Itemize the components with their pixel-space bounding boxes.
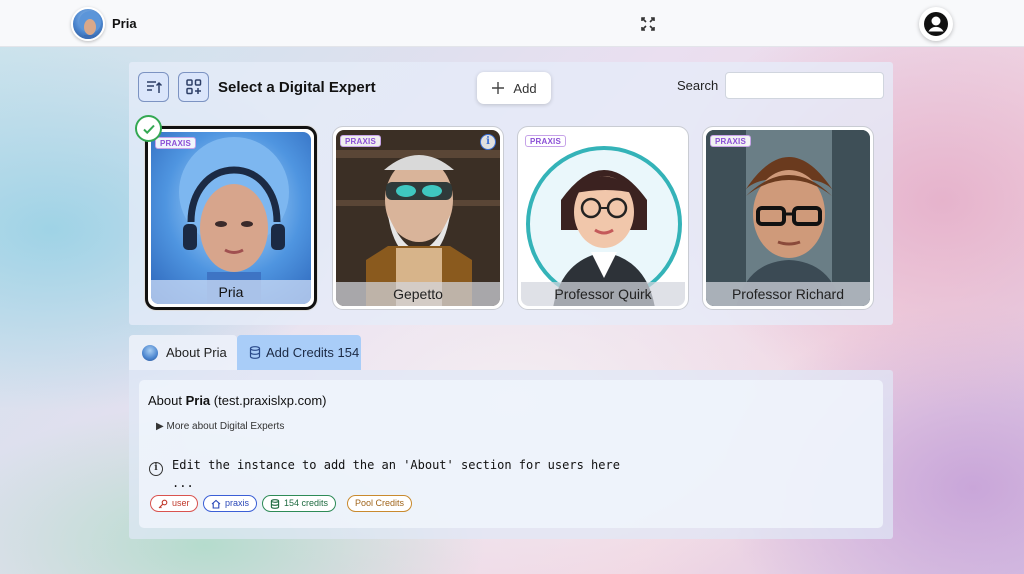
about-heading: About Pria (test.praxislxp.com)	[148, 393, 327, 408]
chip-pool-credits: Pool Credits	[347, 495, 413, 512]
plus-icon	[492, 82, 505, 94]
tab-add-credits[interactable]: Add Credits 154	[237, 335, 361, 370]
about-expert-name: Pria	[185, 393, 211, 408]
key-icon	[158, 499, 168, 508]
user-account-icon[interactable]	[919, 7, 953, 41]
expert-avatar	[142, 344, 158, 361]
info-icon[interactable]: i	[480, 134, 496, 150]
chip-praxis-label: praxis	[225, 498, 250, 508]
praxis-badge: PRAXIS	[525, 135, 566, 147]
add-button-label: Add	[513, 80, 537, 96]
expert-card-gepetto[interactable]: PRAXIS i Gepetto	[332, 126, 504, 310]
grid-plus-icon	[185, 79, 201, 95]
more-about-toggle[interactable]: ▶ More about Digital Experts	[156, 421, 284, 432]
top-bar: Pria	[0, 0, 1024, 47]
disclosure-triangle-icon: ▶	[156, 421, 164, 432]
sort-button[interactable]	[138, 72, 169, 102]
expert-card-professor-quirk[interactable]: PRAXIS Professor Quirk	[517, 126, 689, 310]
chip-user-label: user	[172, 498, 190, 508]
praxis-badge: PRAXIS	[710, 135, 751, 147]
tab-credits-label: Add Credits 154	[266, 345, 360, 360]
expert-selection-panel: Select a Digital Expert Add Search PRAXI…	[129, 62, 893, 325]
fullscreen-icon[interactable]	[640, 16, 656, 32]
expert-avatar[interactable]	[71, 7, 105, 41]
add-expert-button[interactable]: Add	[477, 72, 551, 104]
expert-card-professor-richard[interactable]: PRAXIS Professor Richard	[702, 126, 874, 310]
praxis-badge: PRAXIS	[155, 137, 196, 149]
expert-portrait	[336, 130, 500, 306]
about-text: Edit the instance to add the an 'About' …	[172, 458, 620, 490]
chip-praxis: praxis	[203, 495, 258, 512]
more-about-label: More about Digital Experts	[166, 421, 285, 432]
home-icon	[211, 499, 221, 509]
expert-portrait	[521, 130, 685, 306]
tab-about[interactable]: About Pria	[129, 335, 237, 370]
expert-name: Gepetto	[336, 282, 500, 306]
app-title: Pria	[112, 16, 137, 31]
tab-about-label: About Pria	[166, 345, 227, 360]
database-icon	[249, 346, 261, 359]
selected-check-icon	[135, 115, 162, 142]
expert-name: Professor Richard	[706, 282, 870, 306]
expert-card-pria[interactable]: PRAXIS Pria	[145, 126, 317, 310]
about-card: About Pria (test.praxislxp.com) ▶ More a…	[139, 380, 883, 528]
sort-icon	[146, 81, 162, 93]
praxis-badge: PRAXIS	[340, 135, 381, 147]
expert-portrait	[151, 132, 311, 304]
chip-credits-label: 154 credits	[284, 498, 329, 508]
panel-title: Select a Digital Expert	[218, 79, 376, 96]
expert-name: Professor Quirk	[521, 282, 685, 306]
chip-pool-label: Pool Credits	[355, 498, 405, 508]
chip-user: user	[150, 495, 198, 512]
expert-name: Pria	[151, 280, 311, 304]
chip-credits: 154 credits	[262, 495, 337, 512]
expert-portrait	[706, 130, 870, 306]
search-input[interactable]	[725, 72, 884, 99]
database-icon	[270, 498, 280, 509]
about-domain: (test.praxislxp.com)	[213, 393, 327, 408]
add-widget-button[interactable]	[178, 72, 209, 102]
about-panel: About Pria (test.praxislxp.com) ▶ More a…	[129, 370, 893, 539]
search-label: Search	[677, 78, 719, 93]
info-icon: i	[149, 462, 163, 476]
